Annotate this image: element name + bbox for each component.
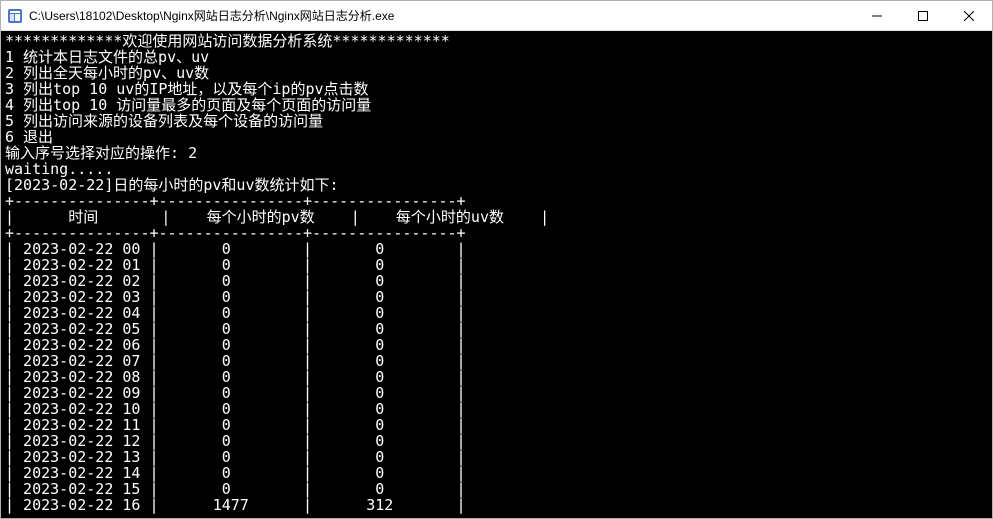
minimize-button[interactable] xyxy=(854,1,900,30)
console-output[interactable]: *************欢迎使用网站访问数据分析系统*************… xyxy=(1,31,992,518)
app-icon xyxy=(7,8,23,24)
close-button[interactable] xyxy=(946,1,992,30)
maximize-button[interactable] xyxy=(900,1,946,30)
window-controls xyxy=(854,1,992,30)
titlebar[interactable]: C:\Users\18102\Desktop\Nginx网站日志分析\Nginx… xyxy=(1,1,992,31)
window-title: C:\Users\18102\Desktop\Nginx网站日志分析\Nginx… xyxy=(29,7,854,24)
app-window: C:\Users\18102\Desktop\Nginx网站日志分析\Nginx… xyxy=(0,0,993,519)
